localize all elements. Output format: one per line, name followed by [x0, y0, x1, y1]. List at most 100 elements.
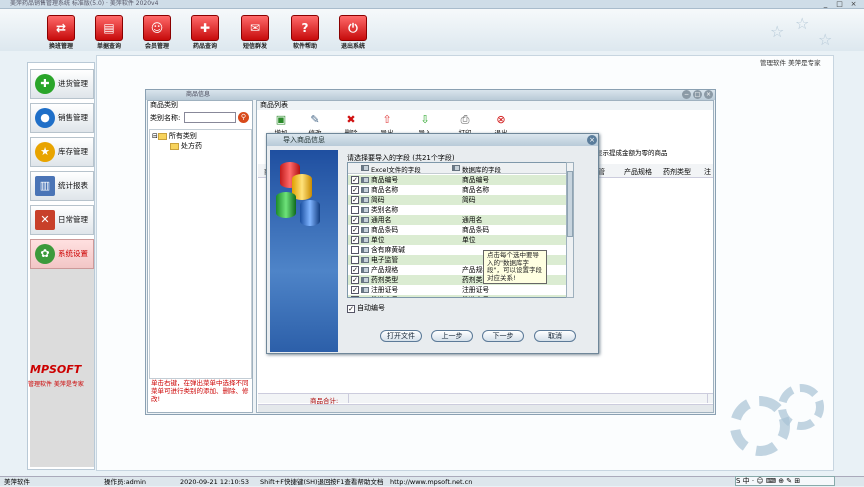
tree-node-all[interactable]: ⊟ 所有类别 — [152, 132, 197, 141]
database-cylinder-icon — [300, 200, 320, 226]
db-column-header: 数据库的字段 — [462, 166, 501, 174]
software-help-button[interactable]: ? 软件帮助 — [282, 15, 328, 51]
horizontal-scrollbar[interactable] — [258, 404, 713, 412]
field-checkbox[interactable]: ✓ — [351, 186, 359, 194]
excel-field-name: 商品编号 — [371, 176, 399, 184]
exit-system-button[interactable]: ⏻ 退出系统 — [330, 15, 376, 51]
field-checkbox[interactable] — [351, 246, 359, 254]
close-button[interactable]: × — [848, 0, 859, 8]
sidebar-item-daily[interactable]: ✕ 日常管理 — [30, 205, 94, 235]
sidebar-item-settings[interactable]: ✿ 系统设置 — [30, 239, 94, 269]
db-field-name[interactable]: 注册证号 — [462, 285, 489, 295]
category-tree: ⊟ 所有类别 处方药 — [149, 129, 252, 379]
search-icon[interactable]: ⚲ — [238, 112, 249, 123]
chart-icon: ▥ — [35, 176, 55, 196]
field-mapping-row[interactable]: ✓ 简码 简码 — [348, 195, 566, 205]
button-label: 软件帮助 — [292, 43, 317, 50]
main-toolbar: ⇄ 换班管理 ▤ 单据查询 ☺ 会员管理 ✚ 药品查询 ✉ 短信群发 ? 软件帮助 ⏻ 退出系… — [0, 9, 864, 51]
field-checkbox[interactable]: ✓ — [351, 266, 359, 274]
column-header[interactable]: 管 — [598, 167, 605, 177]
sidebar-item-label: 系统设置 — [58, 249, 88, 258]
db-field-name[interactable]: 通用名 — [462, 215, 482, 225]
cancel-button[interactable]: 取消 — [534, 330, 576, 342]
sms-broadcast-button[interactable]: ✉ 短信群发 — [232, 15, 278, 51]
product-sum-row: 商品合计: — [258, 393, 713, 405]
add-icon: ▣ — [275, 113, 287, 126]
ime-toolbar[interactable]: S 中 · ☺ ⌨ ⊕ ✎ ⊞ — [735, 476, 835, 486]
minimize-button[interactable]: _ — [820, 0, 831, 8]
category-search-input[interactable] — [184, 112, 236, 123]
field-checkbox[interactable] — [351, 206, 359, 214]
previous-step-button[interactable]: 上一步 — [431, 330, 473, 342]
delete-icon: ✖ — [346, 113, 356, 126]
field-checkbox[interactable]: ✓ — [351, 196, 359, 204]
field-checkbox[interactable] — [351, 256, 359, 264]
field-mapping-row[interactable]: ✓ 商品条码 商品条码 — [348, 225, 566, 235]
next-step-button[interactable]: 下一步 — [482, 330, 524, 342]
sidebar-item-purchase[interactable]: ✚ 进货管理 — [30, 69, 94, 99]
db-field-name[interactable]: 简码 — [462, 195, 476, 205]
db-field-name[interactable]: 批准文号 — [462, 295, 489, 297]
auto-number-option[interactable]: ✓ 自动编号 — [347, 303, 385, 313]
field-mapping-row[interactable]: ✓ 批准文号 批准文号 — [348, 295, 566, 297]
scrollbar-thumb[interactable] — [567, 171, 573, 237]
sidebar-item-reports[interactable]: ▥ 统计报表 — [30, 171, 94, 201]
grid-icon — [361, 257, 369, 263]
field-checkbox[interactable]: ✓ — [351, 176, 359, 184]
db-field-name[interactable]: 商品条码 — [462, 225, 489, 235]
column-header[interactable]: 药剂类型 — [663, 167, 691, 177]
maximize-button[interactable]: □ — [834, 0, 845, 8]
document-query-button[interactable]: ▤ 单据查询 — [86, 15, 132, 51]
column-header[interactable]: 产品规格 — [624, 167, 652, 177]
button-label: 退出系统 — [340, 43, 365, 50]
field-mapping-row[interactable]: ✓ 商品编号 商品编号 — [348, 175, 566, 185]
open-file-button[interactable]: 打开文件 — [380, 330, 422, 342]
print-icon: ⎙ — [460, 113, 470, 126]
inner-close-button[interactable]: × — [704, 90, 713, 99]
field-list-scrollbar[interactable] — [566, 162, 574, 298]
column-header[interactable]: 注 — [704, 167, 711, 177]
field-checkbox[interactable]: ✓ — [351, 216, 359, 224]
field-checkbox[interactable]: ✓ — [351, 286, 359, 294]
folder-icon — [157, 132, 167, 140]
field-mapping-row[interactable]: ✓ 商品名称 商品名称 — [348, 185, 566, 195]
logo-tagline: 管理软件 美萍是专家 — [28, 381, 84, 388]
db-field-name[interactable]: 商品编号 — [462, 175, 489, 185]
grid-icon — [361, 227, 369, 233]
document-search-icon: ▤ — [95, 15, 123, 41]
sidebar-item-inventory[interactable]: ★ 库存管理 — [30, 137, 94, 167]
field-checkbox[interactable]: ✓ — [351, 226, 359, 234]
database-illustration — [270, 150, 338, 352]
field-checkbox[interactable]: ✓ — [351, 296, 359, 297]
excel-field-name: 通用名 — [371, 216, 392, 224]
sidebar-item-label: 统计报表 — [58, 181, 88, 190]
excel-column-header: Excel文件的字段 — [371, 166, 421, 174]
help-icon: ? — [291, 15, 319, 41]
member-management-button[interactable]: ☺ 会员管理 — [134, 15, 180, 51]
sidebar-item-label: 销售管理 — [58, 113, 88, 122]
shift-management-button[interactable]: ⇄ 换班管理 — [38, 15, 84, 51]
import-icon: ⇩ — [420, 113, 430, 126]
zero-commission-filter[interactable]: 显示提成金额为零的商品 — [596, 147, 668, 157]
medicine-query-button[interactable]: ✚ 药品查询 — [182, 15, 228, 51]
sidebar-item-sales[interactable]: ● 销售管理 — [30, 103, 94, 133]
field-mapping-row[interactable]: ✓ 注册证号 注册证号 — [348, 285, 566, 295]
decor-star-icon: ☆ — [795, 14, 810, 33]
field-mapping-row[interactable]: ✓ 通用名 通用名 — [348, 215, 566, 225]
button-label: 换班管理 — [48, 43, 73, 50]
inner-maximize-button[interactable]: □ — [693, 90, 702, 99]
field-mapping-row[interactable]: 类别名称 — [348, 205, 566, 215]
field-checkbox[interactable]: ✓ — [351, 236, 359, 244]
tree-node-prescription[interactable]: 处方药 — [170, 142, 202, 151]
folder-icon — [170, 142, 179, 150]
db-field-name[interactable]: 单位 — [462, 235, 476, 245]
close-icon[interactable]: × — [587, 135, 597, 145]
db-field-name[interactable]: 商品名称 — [462, 185, 489, 195]
auto-number-checkbox[interactable]: ✓ — [347, 305, 355, 313]
field-mapping-row[interactable]: ✓ 单位 单位 — [348, 235, 566, 245]
field-checkbox[interactable]: ✓ — [351, 276, 359, 284]
inner-minimize-button[interactable]: − — [682, 90, 691, 99]
sidebar: ✚ 进货管理 ● 销售管理 ★ 库存管理 ▥ 统计报表 ✕ 日常管理 ✿ 系统设置 MPSO… — [27, 62, 95, 470]
grid-icon — [361, 287, 369, 293]
decor-star-icon: ☆ — [770, 22, 785, 41]
